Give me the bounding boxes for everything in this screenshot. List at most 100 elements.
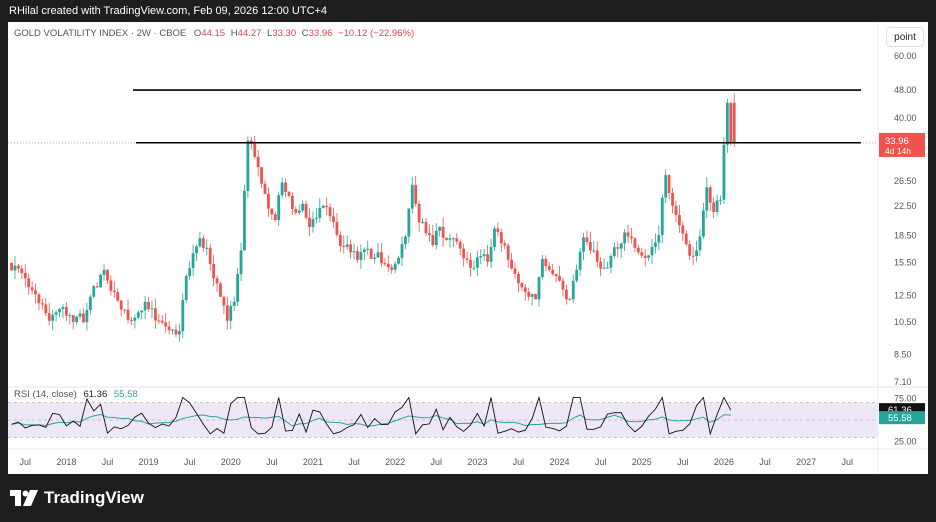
candle-body <box>534 294 537 300</box>
candle-body <box>664 175 668 198</box>
candle-body <box>506 245 510 260</box>
candle-body <box>287 191 291 196</box>
candle-body <box>318 207 322 218</box>
candle-body <box>208 247 212 264</box>
candle-body <box>260 167 263 184</box>
candle-body <box>578 251 582 270</box>
candle-body <box>47 313 51 321</box>
candle-body <box>109 280 113 291</box>
candle-body <box>311 218 315 227</box>
time-tick-label: 2018 <box>56 457 76 467</box>
candle-body <box>472 267 476 269</box>
candle-body <box>427 233 431 236</box>
candle-body <box>160 320 164 323</box>
candle-body <box>623 232 627 244</box>
candle-body <box>157 320 161 322</box>
candle-body <box>88 296 92 311</box>
candle-body <box>674 205 678 216</box>
candle-body <box>551 269 555 275</box>
time-tick-label: Jul <box>266 457 278 467</box>
candle-body <box>119 300 123 310</box>
candle-body <box>362 249 366 253</box>
candle-body <box>657 234 661 243</box>
price-tick-label: 22.50 <box>894 201 917 211</box>
price-tick-label: 48.00 <box>894 85 917 95</box>
candle-body <box>143 301 147 311</box>
rsi-label: RSI (14, close) <box>14 389 77 400</box>
candle-body <box>366 248 370 250</box>
rsi-tick-label: 25.00 <box>894 437 917 447</box>
author-line: RHilal created with TradingView.com, Feb… <box>9 5 328 17</box>
price-chart[interactable]: 60.00 48.00 40.00 26.50 22.50 18.50 15.50 12.50… <box>8 22 928 474</box>
candle-body <box>297 210 301 213</box>
high-value: 44.27 <box>237 28 262 39</box>
candle-body <box>438 226 442 231</box>
candle-body <box>684 233 688 245</box>
candle-body <box>510 259 513 269</box>
candle-body <box>407 208 411 237</box>
price-tick-label: 26.50 <box>894 176 917 186</box>
candle-body <box>486 254 490 262</box>
scale-mode-button[interactable]: point <box>886 27 924 47</box>
price-tick-label: 7.10 <box>894 377 912 387</box>
candle-body <box>636 247 640 253</box>
candle-body <box>462 248 466 259</box>
candle-body <box>136 312 140 318</box>
rsi-ma-legend-value: 55.58 <box>113 389 138 400</box>
candle-body <box>595 250 599 262</box>
candle-body <box>116 292 120 301</box>
time-tick-label: 2026 <box>714 457 734 467</box>
candle-body <box>373 257 376 259</box>
time-tick-label: Jul <box>513 457 525 467</box>
candle-body <box>383 263 387 265</box>
candle-body <box>493 228 496 248</box>
candle-body <box>568 299 572 301</box>
candle-body <box>571 280 575 300</box>
candle-body <box>328 207 332 217</box>
candle-body <box>321 205 325 208</box>
chart-frame[interactable]: 60.00 48.00 40.00 26.50 22.50 18.50 15.50 12.50… <box>8 22 928 474</box>
candle-body <box>184 276 188 301</box>
candle-body <box>541 258 544 278</box>
candle-body <box>236 274 240 302</box>
symbol-name: GOLD VOLATILITY INDEX · 2W · CBOE <box>14 28 187 39</box>
time-tick-label: Jul <box>348 457 360 467</box>
candle-body <box>705 187 709 211</box>
time-tick-label: 2024 <box>550 457 570 467</box>
candle-body <box>308 217 311 227</box>
candle-body <box>732 102 736 143</box>
candle-body <box>421 222 424 224</box>
candle-body <box>301 203 305 211</box>
candle-body <box>102 269 106 276</box>
candle-body <box>688 244 692 256</box>
candle-body <box>434 230 438 246</box>
candle-body <box>23 272 27 279</box>
brand-name: TradingView <box>44 488 144 507</box>
candle-body <box>37 294 41 304</box>
candle-body <box>68 315 72 317</box>
candle-body <box>612 247 616 256</box>
candle-body <box>61 307 65 309</box>
candle-body <box>256 156 260 168</box>
candle-body <box>424 222 428 234</box>
candle-body <box>294 209 298 213</box>
candle-body <box>708 187 712 203</box>
candle-body <box>215 278 219 284</box>
candle-body <box>164 322 168 327</box>
time-tick-label: Jul <box>759 457 771 467</box>
candle-body <box>198 238 202 247</box>
candle-body <box>133 317 137 321</box>
candle-body <box>78 313 82 317</box>
candle-body <box>58 308 61 313</box>
time-tick-label: Jul <box>20 457 32 467</box>
candle-body <box>475 257 479 268</box>
candle-body <box>27 278 31 288</box>
candle-body <box>390 267 394 270</box>
candle-body <box>640 252 644 256</box>
candle-body <box>181 300 185 332</box>
candle-body <box>630 236 633 239</box>
time-tick-label: 2022 <box>385 457 405 467</box>
price-tick-label: 18.50 <box>894 231 917 241</box>
candle-body <box>95 286 99 288</box>
time-tick-label: Jul <box>184 457 196 467</box>
